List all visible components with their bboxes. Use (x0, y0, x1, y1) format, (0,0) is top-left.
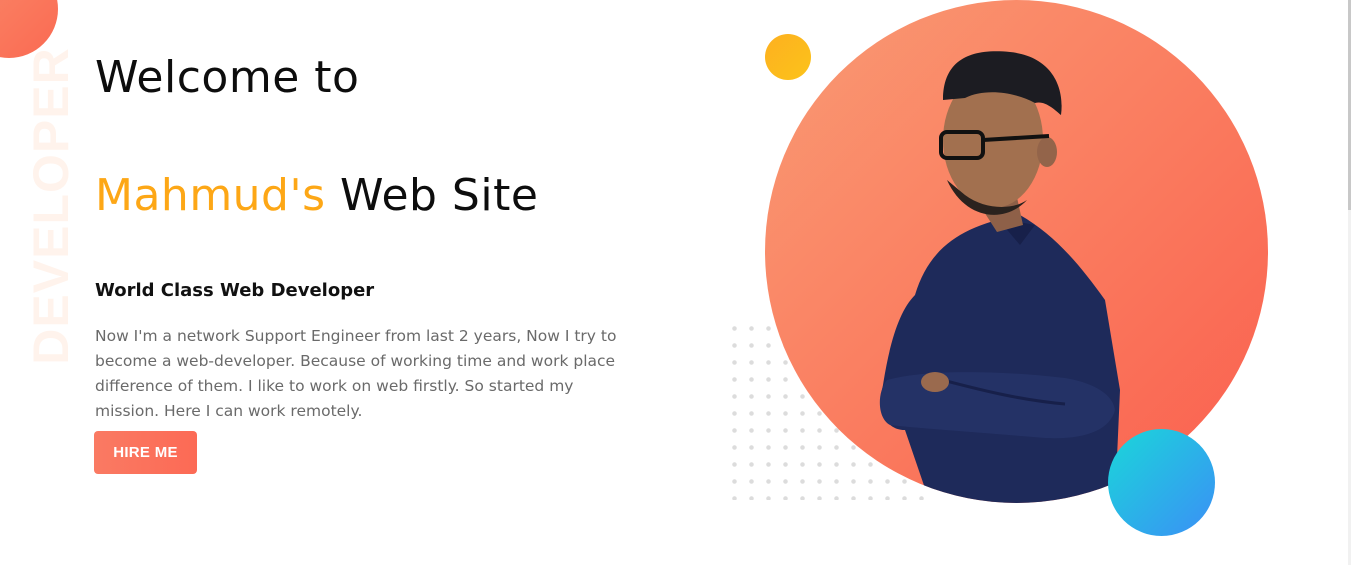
teal-circle-decoration (1108, 429, 1215, 536)
hero-title-line2: Mahmud's Web Site (95, 170, 538, 221)
hero-title-line1: Welcome to (95, 52, 360, 103)
hero-description: Now I'm a network Support Engineer from … (95, 327, 617, 420)
vertical-developer-text: DEVELOPER (23, 47, 79, 365)
hero-name: Mahmud's (95, 170, 326, 221)
hero-subtitle: World Class Web Developer (95, 280, 375, 301)
hero-title-rest: Web Site (340, 170, 539, 221)
portrait-image (879, 51, 1120, 503)
hire-me-button[interactable]: HIRE ME (94, 431, 197, 474)
portrait-circle (765, 0, 1268, 503)
